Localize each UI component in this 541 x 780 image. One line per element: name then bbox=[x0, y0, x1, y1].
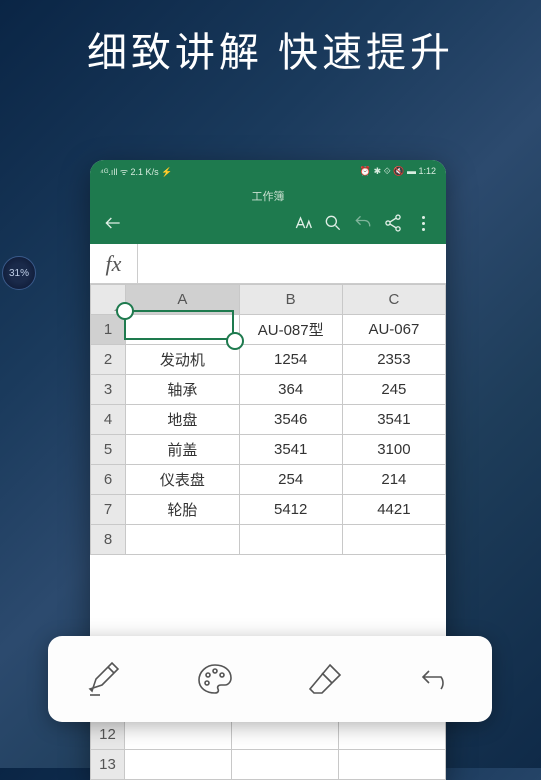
col-header-b[interactable]: B bbox=[239, 285, 342, 315]
status-bar: ⁴ᴳ.ıll ᯤ 2.1 K/s ⚡ ⏰ ✱ ⟐ 🔇 ▬ 1:12 bbox=[90, 160, 446, 182]
back-button[interactable] bbox=[102, 212, 124, 234]
app-header: 工作簿 bbox=[90, 182, 446, 244]
page-title: 细致讲解 快速提升 bbox=[0, 0, 541, 88]
cell[interactable]: 2353 bbox=[342, 345, 445, 375]
undo-icon[interactable] bbox=[414, 656, 460, 702]
row-header[interactable]: 13 bbox=[91, 750, 125, 780]
annotation-toolbar bbox=[48, 636, 492, 722]
cell[interactable] bbox=[126, 525, 240, 555]
row-header[interactable]: 12 bbox=[91, 720, 125, 750]
pencil-icon[interactable] bbox=[81, 656, 127, 702]
row-header[interactable]: 4 bbox=[91, 405, 126, 435]
font-icon[interactable] bbox=[292, 212, 314, 234]
palette-icon[interactable] bbox=[192, 656, 238, 702]
app-title: 工作簿 bbox=[90, 188, 446, 212]
selection-handle-br[interactable] bbox=[226, 332, 244, 350]
cell[interactable]: 245 bbox=[342, 375, 445, 405]
row-header[interactable]: 5 bbox=[91, 435, 126, 465]
cell[interactable]: 364 bbox=[239, 375, 342, 405]
cell[interactable]: 214 bbox=[342, 465, 445, 495]
row-header[interactable]: 6 bbox=[91, 465, 126, 495]
cell[interactable]: 3541 bbox=[239, 435, 342, 465]
undo-icon[interactable] bbox=[352, 212, 374, 234]
col-header-a[interactable]: A bbox=[126, 285, 240, 315]
cell-a1[interactable] bbox=[126, 315, 240, 345]
cell[interactable]: 前盖 bbox=[126, 435, 240, 465]
cell[interactable]: 3546 bbox=[239, 405, 342, 435]
search-icon[interactable] bbox=[322, 212, 344, 234]
cell-c1[interactable]: AU-067 bbox=[342, 315, 445, 345]
cell[interactable]: 3541 bbox=[342, 405, 445, 435]
cell[interactable]: 254 bbox=[239, 465, 342, 495]
formula-bar: fx bbox=[90, 244, 446, 284]
cell[interactable]: 5412 bbox=[239, 495, 342, 525]
cell[interactable]: 轮胎 bbox=[126, 495, 240, 525]
cell[interactable]: 仪表盘 bbox=[126, 465, 240, 495]
cell[interactable]: 地盘 bbox=[126, 405, 240, 435]
row-header[interactable]: 7 bbox=[91, 495, 126, 525]
cell[interactable]: 轴承 bbox=[126, 375, 240, 405]
spreadsheet[interactable]: A B C 1 AU-087型 AU-067 2 发动机 1254 2353 3… bbox=[90, 284, 446, 555]
row-header[interactable]: 3 bbox=[91, 375, 126, 405]
col-header-c[interactable]: C bbox=[342, 285, 445, 315]
more-icon[interactable] bbox=[412, 212, 434, 234]
status-right: ⏰ ✱ ⟐ 🔇 ▬ 1:12 bbox=[360, 166, 436, 177]
row-header[interactable]: 2 bbox=[91, 345, 126, 375]
formula-input[interactable] bbox=[138, 244, 446, 283]
fx-label[interactable]: fx bbox=[90, 244, 138, 283]
cell[interactable] bbox=[342, 525, 445, 555]
cell[interactable]: 4421 bbox=[342, 495, 445, 525]
app-toolbar bbox=[90, 212, 446, 234]
cell[interactable]: 1254 bbox=[239, 345, 342, 375]
share-icon[interactable] bbox=[382, 212, 404, 234]
cell[interactable]: 发动机 bbox=[126, 345, 240, 375]
selection-handle-tl[interactable] bbox=[116, 302, 134, 320]
status-left: ⁴ᴳ.ıll ᯤ 2.1 K/s ⚡ bbox=[100, 165, 172, 178]
cell-b1[interactable]: AU-087型 bbox=[239, 315, 342, 345]
row-header[interactable]: 8 bbox=[91, 525, 126, 555]
cell[interactable]: 3100 bbox=[342, 435, 445, 465]
eraser-icon[interactable] bbox=[303, 656, 349, 702]
progress-badge: 31% bbox=[2, 256, 36, 290]
cell[interactable] bbox=[239, 525, 342, 555]
